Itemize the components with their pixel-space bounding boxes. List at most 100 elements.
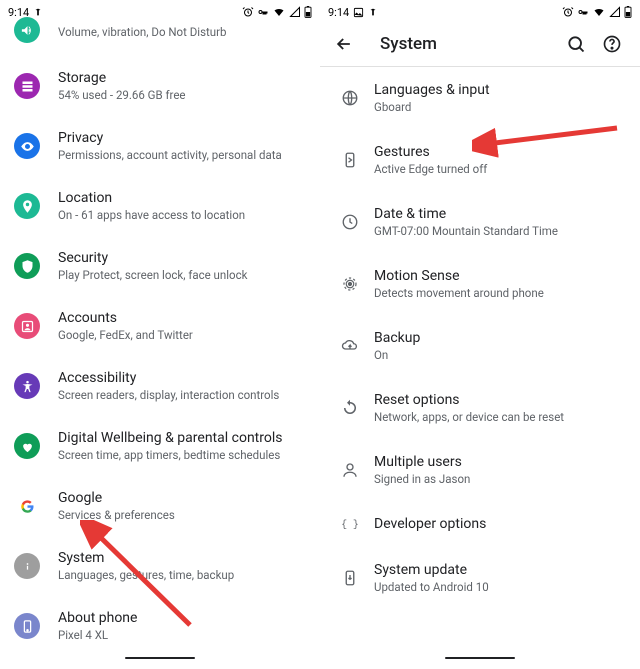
row-motion-sense[interactable]: Motion Sense Detects movement around pho… [320, 253, 640, 315]
row-title: System update [374, 561, 626, 579]
row-title: System [58, 549, 306, 567]
row-reset-options[interactable]: Reset options Network, apps, or device c… [320, 377, 640, 439]
key-icon [577, 6, 589, 18]
update-icon [326, 569, 374, 587]
row-sub: Volume, vibration, Do Not Disturb [58, 25, 306, 40]
row-sub: GMT-07:00 Mountain Standard Time [374, 224, 626, 239]
row-sub: Services & preferences [58, 508, 306, 523]
row-title: Multiple users [374, 453, 626, 471]
row-sub: Detects movement around phone [374, 286, 626, 301]
row-accessibility[interactable]: Accessibility Screen readers, display, i… [0, 356, 320, 416]
accessibility-icon [14, 373, 40, 399]
row-sub: Play Protect, screen lock, face unlock [58, 268, 306, 283]
row-date-time[interactable]: Date & time GMT-07:00 Mountain Standard … [320, 191, 640, 253]
gesture-icon [326, 151, 374, 169]
row-sub: Google, FedEx, and Twitter [58, 328, 306, 343]
settings-list: Sound Volume, vibration, Do Not Disturb … [0, 4, 320, 669]
signal-icon [609, 6, 621, 18]
row-storage[interactable]: Storage 54% used - 29.66 GB free [0, 56, 320, 116]
volume-icon [14, 17, 40, 43]
row-title: Accessibility [58, 369, 306, 387]
status-time: 9:14 [328, 6, 349, 19]
row-title: Google [58, 489, 306, 507]
row-sub: 54% used - 29.66 GB free [58, 88, 306, 103]
battery-icon [304, 6, 312, 18]
signal-icon [289, 6, 301, 18]
row-backup[interactable]: Backup On [320, 315, 640, 377]
clock-icon [326, 213, 374, 231]
help-button[interactable] [594, 26, 630, 62]
row-developer-options[interactable]: { } Developer options [320, 501, 640, 547]
row-sub: Signed in as Jason [374, 472, 626, 487]
image-icon [353, 7, 364, 18]
row-title: Backup [374, 329, 626, 347]
eye-icon [14, 133, 40, 159]
appbar-title: System [380, 34, 437, 54]
motion-icon [326, 275, 374, 293]
row-title: Location [58, 189, 306, 207]
row-google[interactable]: Google Services & preferences [0, 476, 320, 536]
alarm-icon [562, 6, 574, 18]
row-location[interactable]: Location On - 61 apps have access to loc… [0, 176, 320, 236]
row-accounts[interactable]: Accounts Google, FedEx, and Twitter [0, 296, 320, 356]
google-icon [14, 493, 40, 519]
row-sub: Screen readers, display, interaction con… [58, 388, 306, 403]
row-gestures[interactable]: Gestures Active Edge turned off [320, 129, 640, 191]
info-icon [14, 553, 40, 579]
row-title: About phone [58, 609, 306, 627]
wifi-icon [592, 6, 606, 18]
alarm-icon [242, 6, 254, 18]
app-bar: System [320, 22, 640, 66]
row-sub: Pixel 4 XL [58, 628, 306, 643]
user-icon [326, 461, 374, 479]
row-sub: Screen time, app timers, bedtime schedul… [58, 448, 306, 463]
row-languages-input[interactable]: Languages & input Gboard [320, 67, 640, 129]
account-icon [14, 313, 40, 339]
security-icon [14, 253, 40, 279]
search-button[interactable] [558, 26, 594, 62]
row-system[interactable]: System Languages, gestures, time, backup [0, 536, 320, 596]
row-sub: Languages, gestures, time, backup [58, 568, 306, 583]
system-list: Languages & input Gboard Gestures Active… [320, 67, 640, 609]
row-wellbeing[interactable]: Digital Wellbeing & parental controls Sc… [0, 416, 320, 476]
settings-screen: 9:14 Sound Volume, vibration, Do Not Dis… [0, 0, 320, 669]
row-multiple-users[interactable]: Multiple users Signed in as Jason [320, 439, 640, 501]
row-sub: On [374, 348, 626, 363]
row-title: Digital Wellbeing & parental controls [58, 429, 306, 447]
phone-icon [14, 613, 40, 639]
row-security[interactable]: Security Play Protect, screen lock, face… [0, 236, 320, 296]
dev-icon: { } [326, 515, 374, 533]
row-system-update[interactable]: System update Updated to Android 10 [320, 547, 640, 609]
row-sub: On - 61 apps have access to location [58, 208, 306, 223]
nav-handle[interactable] [0, 649, 320, 667]
storage-icon [14, 73, 40, 99]
row-title: Date & time [374, 205, 626, 223]
row-sub: Permissions, account activity, personal … [58, 148, 306, 163]
row-title: Accounts [58, 309, 306, 327]
row-title: Developer options [374, 515, 626, 533]
row-title: Motion Sense [374, 267, 626, 285]
backup-icon [326, 337, 374, 355]
globe-icon [326, 89, 374, 107]
row-sub: Gboard [374, 100, 626, 115]
nav-handle[interactable] [320, 649, 640, 667]
reset-icon [326, 399, 374, 417]
wifi-icon [272, 6, 286, 18]
row-title: Security [58, 249, 306, 267]
key-icon [257, 6, 269, 18]
row-sub: Updated to Android 10 [374, 580, 626, 595]
battery-icon [624, 6, 632, 18]
row-privacy[interactable]: Privacy Permissions, account activity, p… [0, 116, 320, 176]
row-sub: Active Edge turned off [374, 162, 626, 177]
svg-text:{ }: { } [341, 519, 359, 530]
tesla-icon [33, 7, 43, 17]
wellbeing-icon [14, 433, 40, 459]
row-about-phone[interactable]: About phone Pixel 4 XL [0, 596, 320, 656]
row-title: Storage [58, 69, 306, 87]
location-icon [14, 193, 40, 219]
row-title: Privacy [58, 129, 306, 147]
row-title: Gestures [374, 143, 626, 161]
system-screen: 9:14 System [320, 0, 640, 669]
row-title: Languages & input [374, 81, 626, 99]
back-button[interactable] [326, 26, 362, 62]
